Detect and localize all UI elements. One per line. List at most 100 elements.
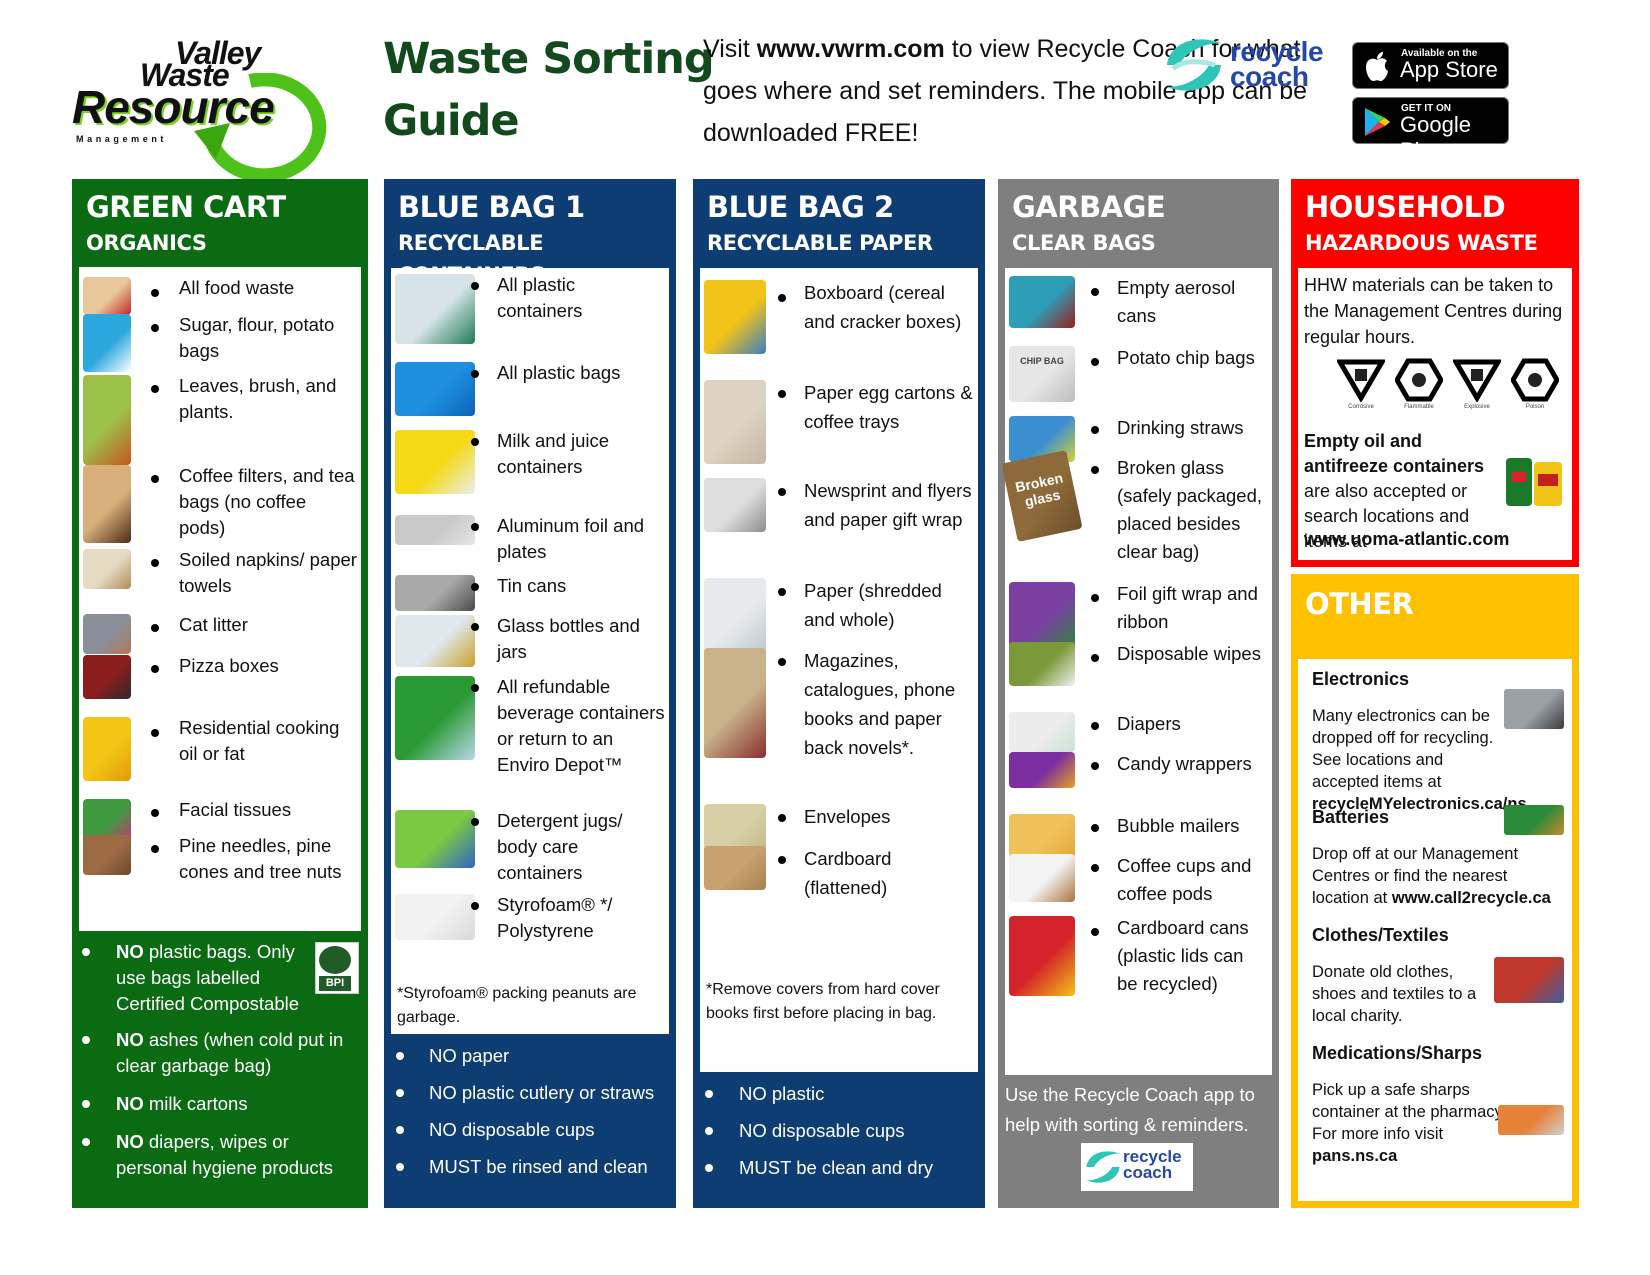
- recycle-coach-leaf-icon: [1167, 39, 1221, 91]
- other-section-text: Donate old clothes, shoes and textiles t…: [1312, 963, 1477, 1025]
- garbage-item: Candy wrappers: [1005, 750, 1272, 812]
- other-section-text: Pick up a safe sharps container at the p…: [1312, 1081, 1507, 1165]
- valley-waste-logo: Valley Waste Resource Management: [70, 35, 330, 183]
- recycle-coach-mini-logo[interactable]: recycle coach: [1081, 1143, 1193, 1191]
- cardboard-icon: [704, 846, 766, 890]
- garbage-item: Drinking straws: [1005, 414, 1272, 462]
- flammable-symbol-icon: [1394, 358, 1444, 402]
- other-section-heading: Clothes/Textiles: [1312, 925, 1449, 945]
- garbage-item: Diapers: [1005, 710, 1272, 752]
- oil-container-icon: [1506, 448, 1564, 508]
- green-cart-item: Pizza boxes: [79, 653, 361, 713]
- bullet-icon: [705, 1090, 713, 1098]
- blue-bag-1-item-text: Tin cans: [497, 575, 567, 596]
- rc-line-2: coach: [1230, 61, 1309, 92]
- garbage-item: CHIP BAG Potato chip bags: [1005, 344, 1272, 414]
- rc-mini-line-2: coach: [1123, 1163, 1173, 1182]
- battery-icon: [1504, 805, 1564, 835]
- glass-jar-icon: [395, 615, 475, 667]
- garbage-item-text: Foil gift wrap and ribbon: [1117, 583, 1258, 632]
- app-store-big-text: App Store: [1400, 57, 1498, 82]
- page-title: Waste Sorting Guide: [383, 28, 715, 152]
- title-line-2: Guide: [383, 96, 520, 146]
- bullet-icon: [151, 665, 159, 673]
- blue-bag-2-item: Cardboard (flattened): [700, 844, 978, 924]
- cereal-box-icon: [704, 280, 766, 354]
- vwrm-link[interactable]: www.vwrm.com: [757, 35, 945, 63]
- garbage-item-text: Bubble mailers: [1117, 815, 1240, 836]
- other-section-heading: Electronics: [1312, 669, 1410, 689]
- other-section-clothes-textiles: Clothes/Textiles Donate old clothes, shoe…: [1312, 923, 1564, 1027]
- restriction-no-label: NO: [116, 1131, 144, 1152]
- restriction-text: diapers, wipes or personal hygiene produ…: [116, 1131, 334, 1178]
- blue-bag-1-item-text: Styrofoam® */ Polystyrene: [497, 894, 613, 941]
- blue-bag-1-item-text: Glass bottles and jars: [497, 615, 640, 662]
- blue-bag-1-item: Styrofoam® */ Polystyrene: [391, 892, 669, 952]
- bullet-icon: [1091, 654, 1099, 662]
- green-cart-item-text: Pizza boxes: [179, 655, 279, 676]
- restriction-item: NO paper: [384, 1043, 676, 1069]
- hazard-poison: Poison: [1510, 358, 1560, 410]
- chip-bag-icon: CHIP BAG: [1009, 346, 1075, 402]
- restriction-item: NO plastic: [693, 1081, 985, 1107]
- green-cart-item: Leaves, brush, and plants.: [79, 373, 361, 465]
- bullet-icon: [1091, 466, 1099, 474]
- google-play-badge[interactable]: GET IT ON Google Play: [1352, 97, 1509, 163]
- beverage-container-icon: [395, 676, 475, 760]
- restriction-item: MUST be rinsed and clean: [384, 1154, 676, 1180]
- aerosol-can-icon: [1009, 276, 1075, 328]
- restriction-text: NO plastic: [739, 1083, 825, 1104]
- title-line-1: Waste Sorting: [383, 34, 715, 84]
- blue-bag-2-item: Paper (shredded and whole): [700, 576, 978, 658]
- other-section-medications-sharps: Medications/Sharps Pick up a safe sharps …: [1312, 1041, 1564, 1167]
- green-cart-item: Cat litter: [79, 612, 361, 654]
- green-cart-item: Coffee filters, and tea bags (no coffee …: [79, 463, 361, 543]
- other-section-link[interactable]: www.call2recycle.ca: [1392, 889, 1551, 907]
- garbage-item-text: Diapers: [1117, 713, 1181, 734]
- blue-bag-1-items: *Styrofoam® packing peanuts are garbage.…: [391, 268, 669, 1034]
- app-store-badge[interactable]: Available on the App Store: [1352, 42, 1509, 89]
- green-cart-item-text: Facial tissues: [179, 799, 292, 820]
- hazard-label: Corrosive: [1348, 404, 1374, 410]
- bullet-icon: [471, 623, 479, 631]
- bullet-icon: [151, 475, 159, 483]
- blue-bag-1-item: Milk and juice containers: [391, 428, 669, 510]
- other-section-link[interactable]: pans.ns.ca: [1312, 1147, 1397, 1165]
- garbage-column: GARBAGE CLEAR BAGS Empty aerosol cans CHI…: [998, 179, 1279, 1208]
- coffee-filter-icon: [83, 465, 131, 543]
- restriction-text: NO plastic cutlery or straws: [429, 1082, 655, 1103]
- restriction-no-label: NO: [116, 1029, 144, 1050]
- garbage-subtitle: CLEAR BAGS: [1012, 231, 1156, 255]
- hazard-symbols: Corrosive Flammable Explosive Poison: [1335, 358, 1560, 410]
- bullet-icon: [471, 370, 479, 378]
- bullet-icon: [82, 1138, 90, 1146]
- coffee-cup-icon: [1009, 854, 1075, 902]
- bullet-icon: [1091, 594, 1099, 602]
- blue-bag-2-item-text: Boxboard (cereal and cracker boxes): [804, 282, 962, 332]
- garbage-item-text: Potato chip bags: [1117, 347, 1255, 368]
- plastic-containers-icon: [395, 274, 475, 344]
- tin-can-icon: [395, 575, 475, 611]
- garbage-item: Coffee cups and coffee pods: [1005, 852, 1272, 914]
- garbage-item-text: Drinking straws: [1117, 417, 1244, 438]
- other-section-batteries: Batteries Drop off at our Management Cent…: [1312, 805, 1564, 909]
- other-section-electronics: Electronics Many electronics can be dropp…: [1312, 667, 1564, 815]
- bullet-icon: [471, 523, 479, 531]
- restriction-no-label: NO: [116, 1093, 144, 1114]
- bpi-label: BPI: [319, 976, 351, 991]
- bullet-icon: [778, 390, 786, 398]
- restriction-item: NO milk cartons: [72, 1091, 368, 1117]
- plastic-bag-icon: [395, 362, 475, 416]
- green-cart-item-text: Cat litter: [179, 614, 248, 635]
- bullet-icon: [471, 684, 479, 692]
- restriction-text: plastic bags. Only use bags labelled Cer…: [116, 941, 300, 1014]
- hhw-oil-bold: Empty oil and antifreeze containers: [1304, 431, 1485, 476]
- green-cart-item-text: All food waste: [179, 277, 295, 298]
- hhw-intro: HHW materials can be taken to the Manage…: [1304, 275, 1563, 347]
- bullet-icon: [778, 588, 786, 596]
- milk-jug-icon: [395, 430, 475, 494]
- google-play-icon: [1365, 108, 1390, 136]
- uoma-link[interactable]: www.uoma-atlantic.com: [1304, 529, 1509, 550]
- garbage-item: Bubble mailers: [1005, 812, 1272, 858]
- medication-icon: [1498, 1105, 1564, 1135]
